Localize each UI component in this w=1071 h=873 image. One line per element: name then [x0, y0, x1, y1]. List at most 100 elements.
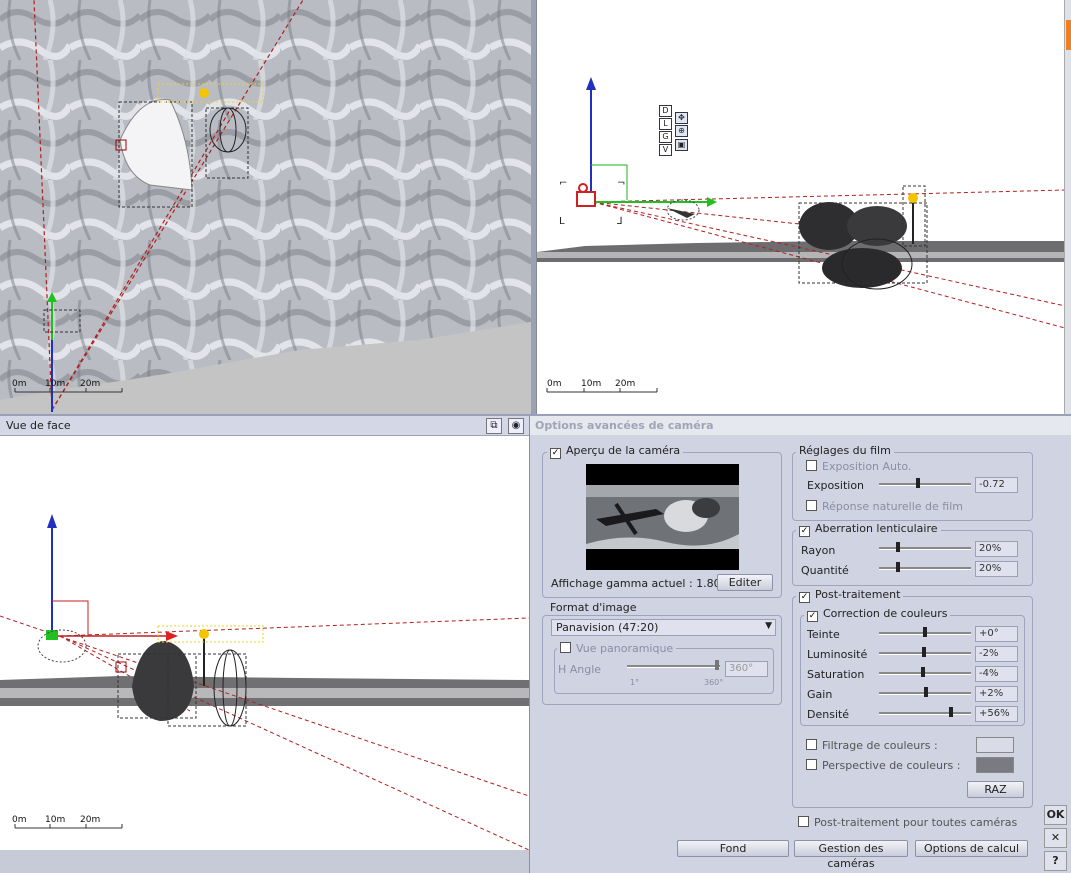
reset-button[interactable]: RAZ	[967, 781, 1024, 798]
scale-label: 0m	[12, 815, 27, 825]
color-filter-swatch[interactable]	[976, 737, 1014, 753]
color-filter-checkbox[interactable]: Filtrage de couleurs :	[806, 739, 938, 752]
color-filter-label: Filtrage de couleurs :	[822, 739, 938, 752]
natural-response-label: Réponse naturelle de film	[822, 500, 963, 513]
nav-button-d[interactable]: D	[659, 105, 672, 117]
amount-slider-track[interactable]	[879, 567, 971, 570]
angle-value-field[interactable]: 360°	[725, 661, 768, 677]
natural-response-checkbox[interactable]: Réponse naturelle de film	[806, 500, 963, 513]
svg-text:L: L	[559, 216, 565, 227]
light-object[interactable]	[908, 193, 918, 203]
cc-slider-thumb[interactable]	[923, 627, 927, 637]
exposure-value-field[interactable]: -0.72	[975, 477, 1018, 493]
chevron-down-icon[interactable]: ▼	[765, 621, 772, 631]
all-cameras-checkbox[interactable]: Post-traitement pour toutes caméras	[798, 816, 1017, 829]
maximize-view-icon[interactable]: ⧉	[486, 418, 502, 434]
cc-row-label: Densité	[807, 708, 850, 721]
exposure-slider-thumb[interactable]	[916, 478, 920, 488]
checkbox-icon[interactable]	[806, 739, 817, 750]
cc-value-field[interactable]: +56%	[975, 706, 1018, 722]
checkbox-icon[interactable]	[560, 642, 571, 653]
viewport-front-titlebar: Vue de face ⧉ ◉	[0, 416, 529, 436]
cc-slider-thumb[interactable]	[949, 707, 953, 717]
pan-icon[interactable]: ✥	[675, 112, 688, 124]
format-select[interactable]: Panavision (47:20) ▼	[551, 619, 776, 636]
camera-icon[interactable]	[576, 191, 596, 207]
scale-label: 10m	[45, 815, 65, 825]
checkbox-icon[interactable]	[806, 460, 817, 471]
rock-model[interactable]	[132, 641, 194, 721]
front-view-render: 0m 10m 20m	[0, 514, 529, 850]
cc-slider-thumb[interactable]	[921, 667, 925, 677]
panel-title: Options avancées de caméra	[530, 416, 1071, 435]
amount-label: Quantité	[801, 564, 849, 577]
preview-checkbox[interactable]: ✓ Aperçu de la caméra	[547, 445, 684, 459]
color-perspective-swatch[interactable]	[976, 757, 1014, 773]
checkbox-icon[interactable]: ✓	[799, 592, 810, 603]
checkbox-icon[interactable]: ✓	[550, 448, 561, 459]
cc-slider-thumb[interactable]	[922, 647, 926, 657]
cc-row-label: Gain	[807, 688, 833, 701]
ok-button[interactable]: OK	[1044, 805, 1067, 825]
right-scrollbar[interactable]	[1064, 0, 1071, 416]
camera-manager-button[interactable]: Gestion des caméras	[794, 840, 908, 870]
cc-slider-track[interactable]	[879, 672, 971, 675]
render-options-button[interactable]: Options de calcul	[915, 840, 1028, 857]
exposure-label: Exposition	[807, 479, 865, 492]
edit-gamma-button[interactable]: Editer	[717, 574, 773, 591]
checkbox-icon[interactable]	[806, 500, 817, 511]
background-button[interactable]: Fond	[677, 840, 789, 857]
post-processing-label: Post-traitement	[815, 588, 901, 601]
fit-icon[interactable]: ▣	[675, 139, 688, 151]
viewport-top[interactable]: 0m 10m 20m	[0, 0, 531, 414]
gamma-label: Affichage gamma actuel : 1.80	[551, 577, 721, 590]
cc-slider-thumb[interactable]	[924, 687, 928, 697]
scale-label: 10m	[581, 379, 601, 389]
camera-options-panel: Options avancées de caméra ✓ Aperçu de la…	[529, 416, 1071, 873]
scale-label: 0m	[12, 379, 27, 389]
panoramic-checkbox[interactable]: Vue panoramique	[557, 642, 677, 655]
checkbox-icon[interactable]: ✓	[799, 526, 810, 537]
angle-label: H Angle	[558, 663, 602, 676]
cc-value-field[interactable]: +2%	[975, 686, 1018, 702]
camera-preview-image	[586, 464, 739, 570]
cc-value-field[interactable]: -2%	[975, 646, 1018, 662]
amount-slider-thumb[interactable]	[896, 562, 900, 572]
nav-button-v[interactable]: V	[659, 144, 672, 156]
exposure-slider-track[interactable]	[879, 483, 971, 486]
cc-slider-track[interactable]	[879, 712, 971, 715]
auto-exposure-label: Exposition Auto.	[822, 460, 912, 473]
lens-label: Aberration lenticulaire	[815, 522, 938, 535]
close-icon[interactable]: ✕	[1044, 828, 1067, 848]
color-correction-checkbox[interactable]: ✓ Correction de couleurs	[804, 607, 951, 622]
radius-value-field[interactable]: 20%	[975, 541, 1018, 557]
light-object[interactable]	[199, 629, 209, 639]
lens-checkbox[interactable]: ✓ Aberration lenticulaire	[796, 523, 941, 537]
post-processing-checkbox[interactable]: ✓ Post-traitement	[796, 588, 904, 603]
render-view-icon[interactable]: ◉	[508, 418, 524, 434]
zoom-icon[interactable]: ⊕	[675, 125, 688, 137]
cc-value-field[interactable]: -4%	[975, 666, 1018, 682]
checkbox-icon[interactable]	[798, 816, 809, 827]
cc-value-field[interactable]: +0°	[975, 626, 1018, 642]
cc-row-label: Luminosité	[807, 648, 868, 661]
view-nav-buttons: D L G V ✥ ⊕ ▣	[659, 105, 695, 157]
angle-slider-track[interactable]	[627, 665, 720, 668]
nav-button-l[interactable]: L	[659, 118, 672, 130]
front-view-footer	[0, 850, 529, 873]
help-icon[interactable]: ?	[1044, 851, 1067, 871]
angle-slider-thumb[interactable]	[715, 660, 719, 670]
viewport-right[interactable]: ⌐ ¬ L ⅃ 0m 10m 20m D L G V ✥ ⊕ ▣	[536, 0, 1065, 414]
auto-exposure-checkbox[interactable]: Exposition Auto.	[806, 460, 911, 473]
amount-value-field[interactable]: 20%	[975, 561, 1018, 577]
checkbox-icon[interactable]	[806, 759, 817, 770]
radius-slider-track[interactable]	[879, 547, 971, 550]
color-correction-label: Correction de couleurs	[823, 607, 948, 620]
nav-button-g[interactable]: G	[659, 131, 672, 143]
checkbox-icon[interactable]: ✓	[807, 611, 818, 622]
color-perspective-checkbox[interactable]: Perspective de couleurs :	[806, 759, 960, 772]
scale-label: 20m	[615, 379, 635, 389]
viewport-front[interactable]: 0m 10m 20m	[0, 436, 529, 850]
radius-slider-thumb[interactable]	[896, 542, 900, 552]
scale-label: 0m	[547, 379, 562, 389]
